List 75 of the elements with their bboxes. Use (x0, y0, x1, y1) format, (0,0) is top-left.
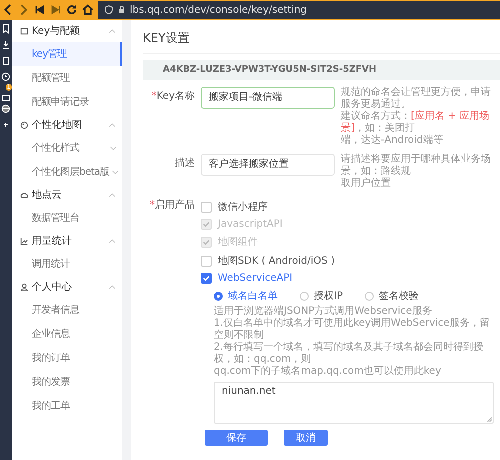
radio-label: 授权IP (314, 290, 343, 303)
checkbox-label: 地图SDK ( Android/iOS ) (218, 254, 335, 268)
menu-item[interactable]: 数据管理台 (12, 206, 122, 230)
whitelist-textarea[interactable]: niunan.net (214, 382, 494, 424)
menu-item[interactable]: 调用统计 (12, 252, 122, 276)
menu-item[interactable]: 配额申请记录 (12, 90, 122, 114)
bookmark-icon[interactable] (1, 24, 11, 34)
chevron-up-icon (109, 192, 116, 198)
chevron-down-icon (112, 170, 119, 174)
help-text: 1.仅白名单中的域名才可使用此key调用WebService服务，留空则不限制 (214, 318, 491, 342)
checkbox[interactable] (201, 256, 212, 266)
menu-item[interactable]: 企业信息 (12, 322, 122, 346)
checkbox-label: 微信小程序 (218, 200, 268, 214)
line-chart-icon (20, 236, 29, 246)
key-name-field[interactable]: 搬家项目-微信端 (201, 87, 335, 109)
clock-icon[interactable] (1, 72, 11, 82)
chevron-up-icon (109, 238, 116, 244)
shield-icon (104, 5, 114, 15)
field-label: 描述 (174, 156, 195, 171)
hint-text: 取用户位置 (341, 178, 392, 190)
download-icon[interactable] (1, 40, 11, 50)
add-icon[interactable] (1, 120, 11, 130)
checkbox[interactable] (201, 202, 212, 212)
menu-item[interactable]: 配额管理 (12, 66, 122, 90)
lock-icon (117, 5, 127, 15)
cancel-button[interactable]: 取消 (284, 430, 328, 446)
field-label: *启用产品 (149, 198, 195, 213)
back-icon[interactable] (2, 4, 14, 16)
chevron-down-icon (110, 146, 117, 150)
radio-label: 签名校验 (378, 290, 419, 303)
menu-item[interactable]: 我的订单 (12, 346, 122, 370)
home-icon[interactable] (82, 4, 94, 16)
page-title: KEY设置 (143, 20, 500, 54)
radio-button[interactable] (300, 292, 309, 300)
menu-group-header[interactable]: 个性化地图 (12, 114, 122, 136)
menu-item[interactable]: 我的发票 (12, 370, 122, 394)
menu-item[interactable]: 开发者信息 (12, 298, 122, 322)
skip-back-icon[interactable] (34, 4, 46, 16)
menu-group-header[interactable]: Key与配额 (12, 20, 122, 42)
hint-text: 规范的命名会让管理更方便，申请服务更易通过。 (341, 87, 492, 110)
field-label: *Key名称 (150, 90, 195, 104)
skip-forward-icon[interactable] (50, 4, 62, 16)
document-icon[interactable] (1, 56, 11, 66)
menu-group-header[interactable]: 个人中心 (12, 276, 122, 298)
reload-icon[interactable] (66, 4, 78, 16)
forward-icon[interactable] (18, 4, 30, 16)
chevron-up-icon (109, 28, 116, 34)
help-text: qq.com下的子域名map.qq.com也可以使用此key (214, 366, 442, 378)
hint-text: 请描述将要应用于哪种具体业务场景，如：路线规 (341, 154, 492, 178)
save-button[interactable]: 保存 (205, 430, 268, 446)
chevron-up-icon (109, 284, 116, 290)
checkbox[interactable] (201, 273, 212, 284)
checkbox-label: JavascriptAPI (218, 219, 283, 230)
hint-text: 端，达达-Android端等 (341, 135, 444, 147)
address-bar[interactable]: lbs.qq.com/dev/console/key/setting (98, 1, 500, 19)
checkbox-label: 地图组件 (218, 236, 258, 249)
wallet-icon[interactable] (1, 93, 11, 103)
menu-item[interactable]: 个性化样式 (12, 136, 122, 160)
menu-group-header[interactable]: 地点云 (12, 184, 122, 206)
menu-item[interactable]: 我的工单 (12, 394, 122, 418)
description-field[interactable]: 客户选择搬家位置 (201, 154, 335, 176)
person-icon (20, 282, 29, 292)
radio-label: 域名白名单 (228, 290, 278, 303)
resize-grip-icon (487, 417, 492, 422)
radio-button[interactable] (364, 292, 374, 300)
radio-button[interactable] (214, 292, 223, 300)
cloud-icon (20, 190, 29, 200)
menu-item[interactable]: key管理 (12, 42, 122, 66)
chevron-up-icon (109, 122, 116, 128)
checkbox-label: WebServiceAPI (218, 273, 293, 284)
menu-item[interactable]: 个性化图层beta版 (12, 160, 122, 184)
help-text: 适用于浏览器端JSONP方式调用Webservice服务 (214, 306, 434, 318)
hint-text: 建议命名方式：[应用名 + 应用场景]，如：美团打 (341, 111, 491, 134)
menu-group-header[interactable]: 用量统计 (12, 230, 122, 252)
key-display: A4KBZ-LUZE3-VPW3T-YGU5N-SIT2S-5ZFVH (143, 60, 500, 80)
